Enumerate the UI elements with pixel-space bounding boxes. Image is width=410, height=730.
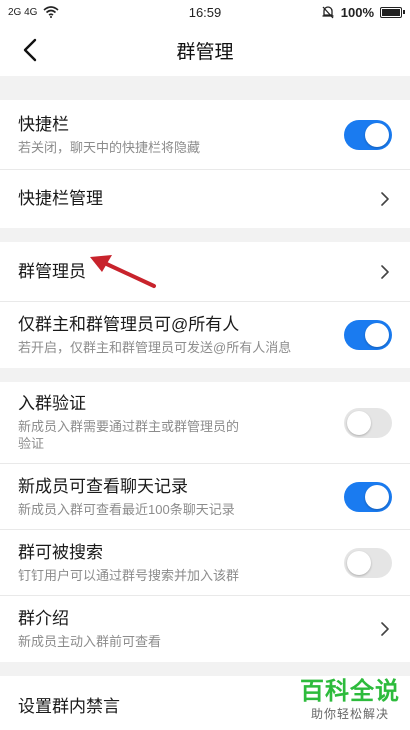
history-desc: 新成员入群可查看最近100条聊天记录 [18,501,235,517]
intro-title: 群介绍 [18,609,69,628]
quickbar-manage-title: 快捷栏管理 [18,189,103,208]
chevron-right-icon [378,622,392,636]
searchable-toggle[interactable] [344,547,392,578]
page-title: 群管理 [176,41,234,63]
quickbar-manage-row[interactable]: 快捷栏管理 [0,170,410,228]
section-gap [0,662,410,676]
section-gap [0,76,410,100]
quickbar-desc: 若关闭，聊天中的快捷栏将隐藏 [18,139,201,155]
quickbar-title: 快捷栏 [18,114,69,134]
section-member: 入群验证 新成员入群需要通过群主或群管理员的验证 新成员可查看聊天记录 新成员入… [0,382,410,662]
searchable-desc: 钉钉用户可以通过群号搜索并加入该群 [18,567,240,583]
status-right: 100% [321,4,405,20]
back-button[interactable] [14,36,46,64]
join-verify-title: 入群验证 [18,394,86,413]
group-admin-row[interactable]: 群管理员 [0,242,410,302]
intro-row[interactable]: 群介绍 新成员主动入群前可查看 [0,596,410,662]
chevron-right-icon [378,192,392,206]
nav-bar: 群管理 [0,24,410,76]
signal-indicators: 2G 4G [8,6,59,18]
mute-title: 设置群内禁言 [18,697,120,716]
join-verify-toggle[interactable] [344,407,392,438]
history-toggle[interactable] [344,481,392,512]
signal-text: 2G 4G [8,6,38,18]
mute-bell-icon [322,6,334,19]
battery-text: 100% [340,4,374,20]
join-verify-row: 入群验证 新成员入群需要通过群主或群管理员的验证 [0,382,410,464]
intro-desc: 新成员主动入群前可查看 [18,634,162,649]
watermark-sub-text: 助你轻松解决 [310,707,389,721]
quickbar-toggle[interactable] [344,119,392,150]
watermark-logo: 百科全说 助你轻松解决 [300,678,400,722]
history-title: 新成员可查看聊天记录 [18,476,188,496]
history-row: 新成员可查看聊天记录 新成员入群可查看最近100条聊天记录 [0,464,410,530]
section-quickbar: 快捷栏 若关闭，聊天中的快捷栏将隐藏 快捷栏管理 [0,100,410,228]
at-all-row: 仅群主和群管理员可@所有人 若开启，仅群主和群管理员可发送@所有人消息 [0,302,410,368]
section-gap [0,368,410,382]
quickbar-row: 快捷栏 若关闭，聊天中的快捷栏将隐藏 [0,100,410,170]
wifi-icon [43,6,59,18]
watermark-main-text: 百科全说 [300,678,400,705]
section-admin: 群管理员 仅群主和群管理员可@所有人 若开启，仅群主和群管理员可发送@所有人消息 [0,242,410,368]
chevron-left-icon [23,38,37,62]
searchable-title: 群可被搜索 [18,542,103,562]
at-all-desc: 若开启，仅群主和群管理员可发送@所有人消息 [18,340,292,355]
at-all-title: 仅群主和群管理员可@所有人 [18,315,240,334]
status-bar: 2G 4G 16:59 100% [0,0,410,24]
at-all-toggle[interactable] [344,320,392,350]
group-admin-title: 群管理员 [18,261,86,281]
searchable-row: 群可被搜索 钉钉用户可以通过群号搜索并加入该群 [0,530,410,596]
join-verify-desc: 新成员入群需要通过群主或群管理员的验证 [18,419,240,451]
chevron-right-icon [378,264,392,279]
battery-icon [380,6,405,18]
section-gap [0,228,410,242]
